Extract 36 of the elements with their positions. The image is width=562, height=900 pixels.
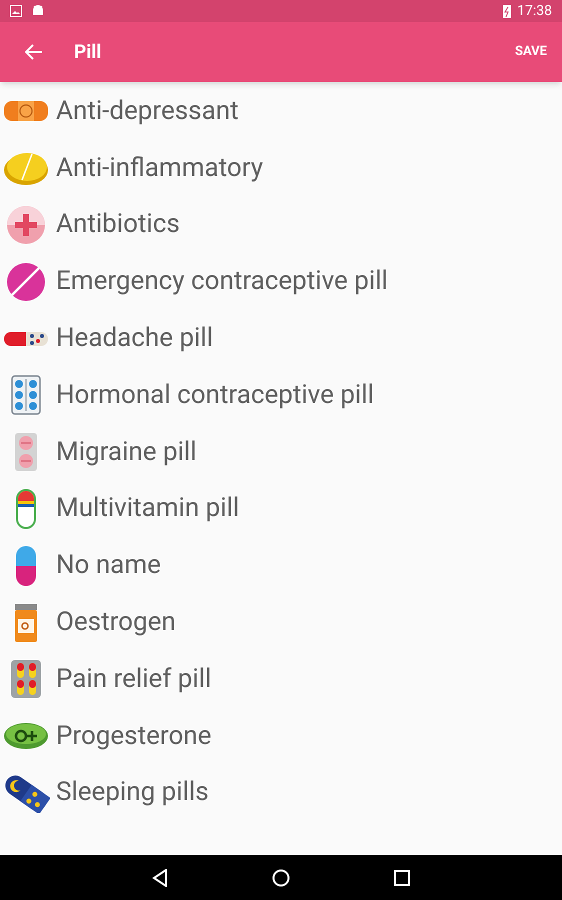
pill-list-item[interactable]: Multivitamin pill — [0, 480, 562, 538]
pill-label: Progesterone — [56, 720, 212, 753]
recent-apps-icon[interactable] — [394, 870, 410, 886]
status-time: 17:38 — [517, 2, 552, 20]
pill-label: Hormonal contraceptive pill — [56, 378, 374, 412]
pill-label: Antibiotics — [56, 208, 180, 242]
pill-list-item[interactable]: Anti-depressant — [0, 83, 562, 140]
image-icon — [10, 5, 22, 17]
save-button[interactable]: SAVE — [514, 42, 548, 62]
pill-label: Sleeping pills — [56, 776, 209, 810]
pill-list-item[interactable]: Oestrogen — [0, 594, 562, 651]
pill-label: Anti-depressant — [56, 94, 239, 128]
pill-list-item[interactable]: No name — [0, 537, 562, 594]
pill-list-item[interactable]: Progesterone — [0, 708, 562, 765]
pill-list-item[interactable]: Migraine pill — [0, 424, 562, 481]
pill-list-item[interactable]: Anti-inflammatory — [0, 140, 562, 197]
pill-label: Oestrogen — [56, 606, 176, 640]
pill-list-item[interactable]: Emergency contraceptive pill — [0, 253, 562, 310]
pill-label: Migraine pill — [56, 436, 197, 469]
pill-list-item[interactable]: Pain relief pill — [0, 650, 562, 708]
pill-list-item[interactable]: Sleeping pills — [0, 764, 562, 822]
back-icon[interactable] — [152, 868, 168, 886]
pill-label: Headache pill — [56, 322, 214, 356]
pill-label: Anti-inflammatory — [56, 152, 264, 185]
pill-label: No name — [56, 549, 161, 582]
pill-list-item[interactable]: Hormonal contraceptive pill — [0, 366, 562, 424]
pill-label: Emergency contraceptive pill — [56, 265, 388, 298]
toolbar-title: Pill — [74, 38, 102, 65]
battery-icon — [503, 4, 512, 18]
pill-list-item[interactable]: Headache pill — [0, 310, 562, 367]
pill-list-item[interactable]: Antibiotics — [0, 196, 562, 254]
pill-label: Pain relief pill — [56, 662, 212, 696]
home-icon[interactable] — [272, 868, 290, 886]
back-arrow-icon — [25, 44, 43, 60]
pill-label: Multivitamin pill — [56, 492, 240, 526]
android-icon — [32, 5, 44, 17]
